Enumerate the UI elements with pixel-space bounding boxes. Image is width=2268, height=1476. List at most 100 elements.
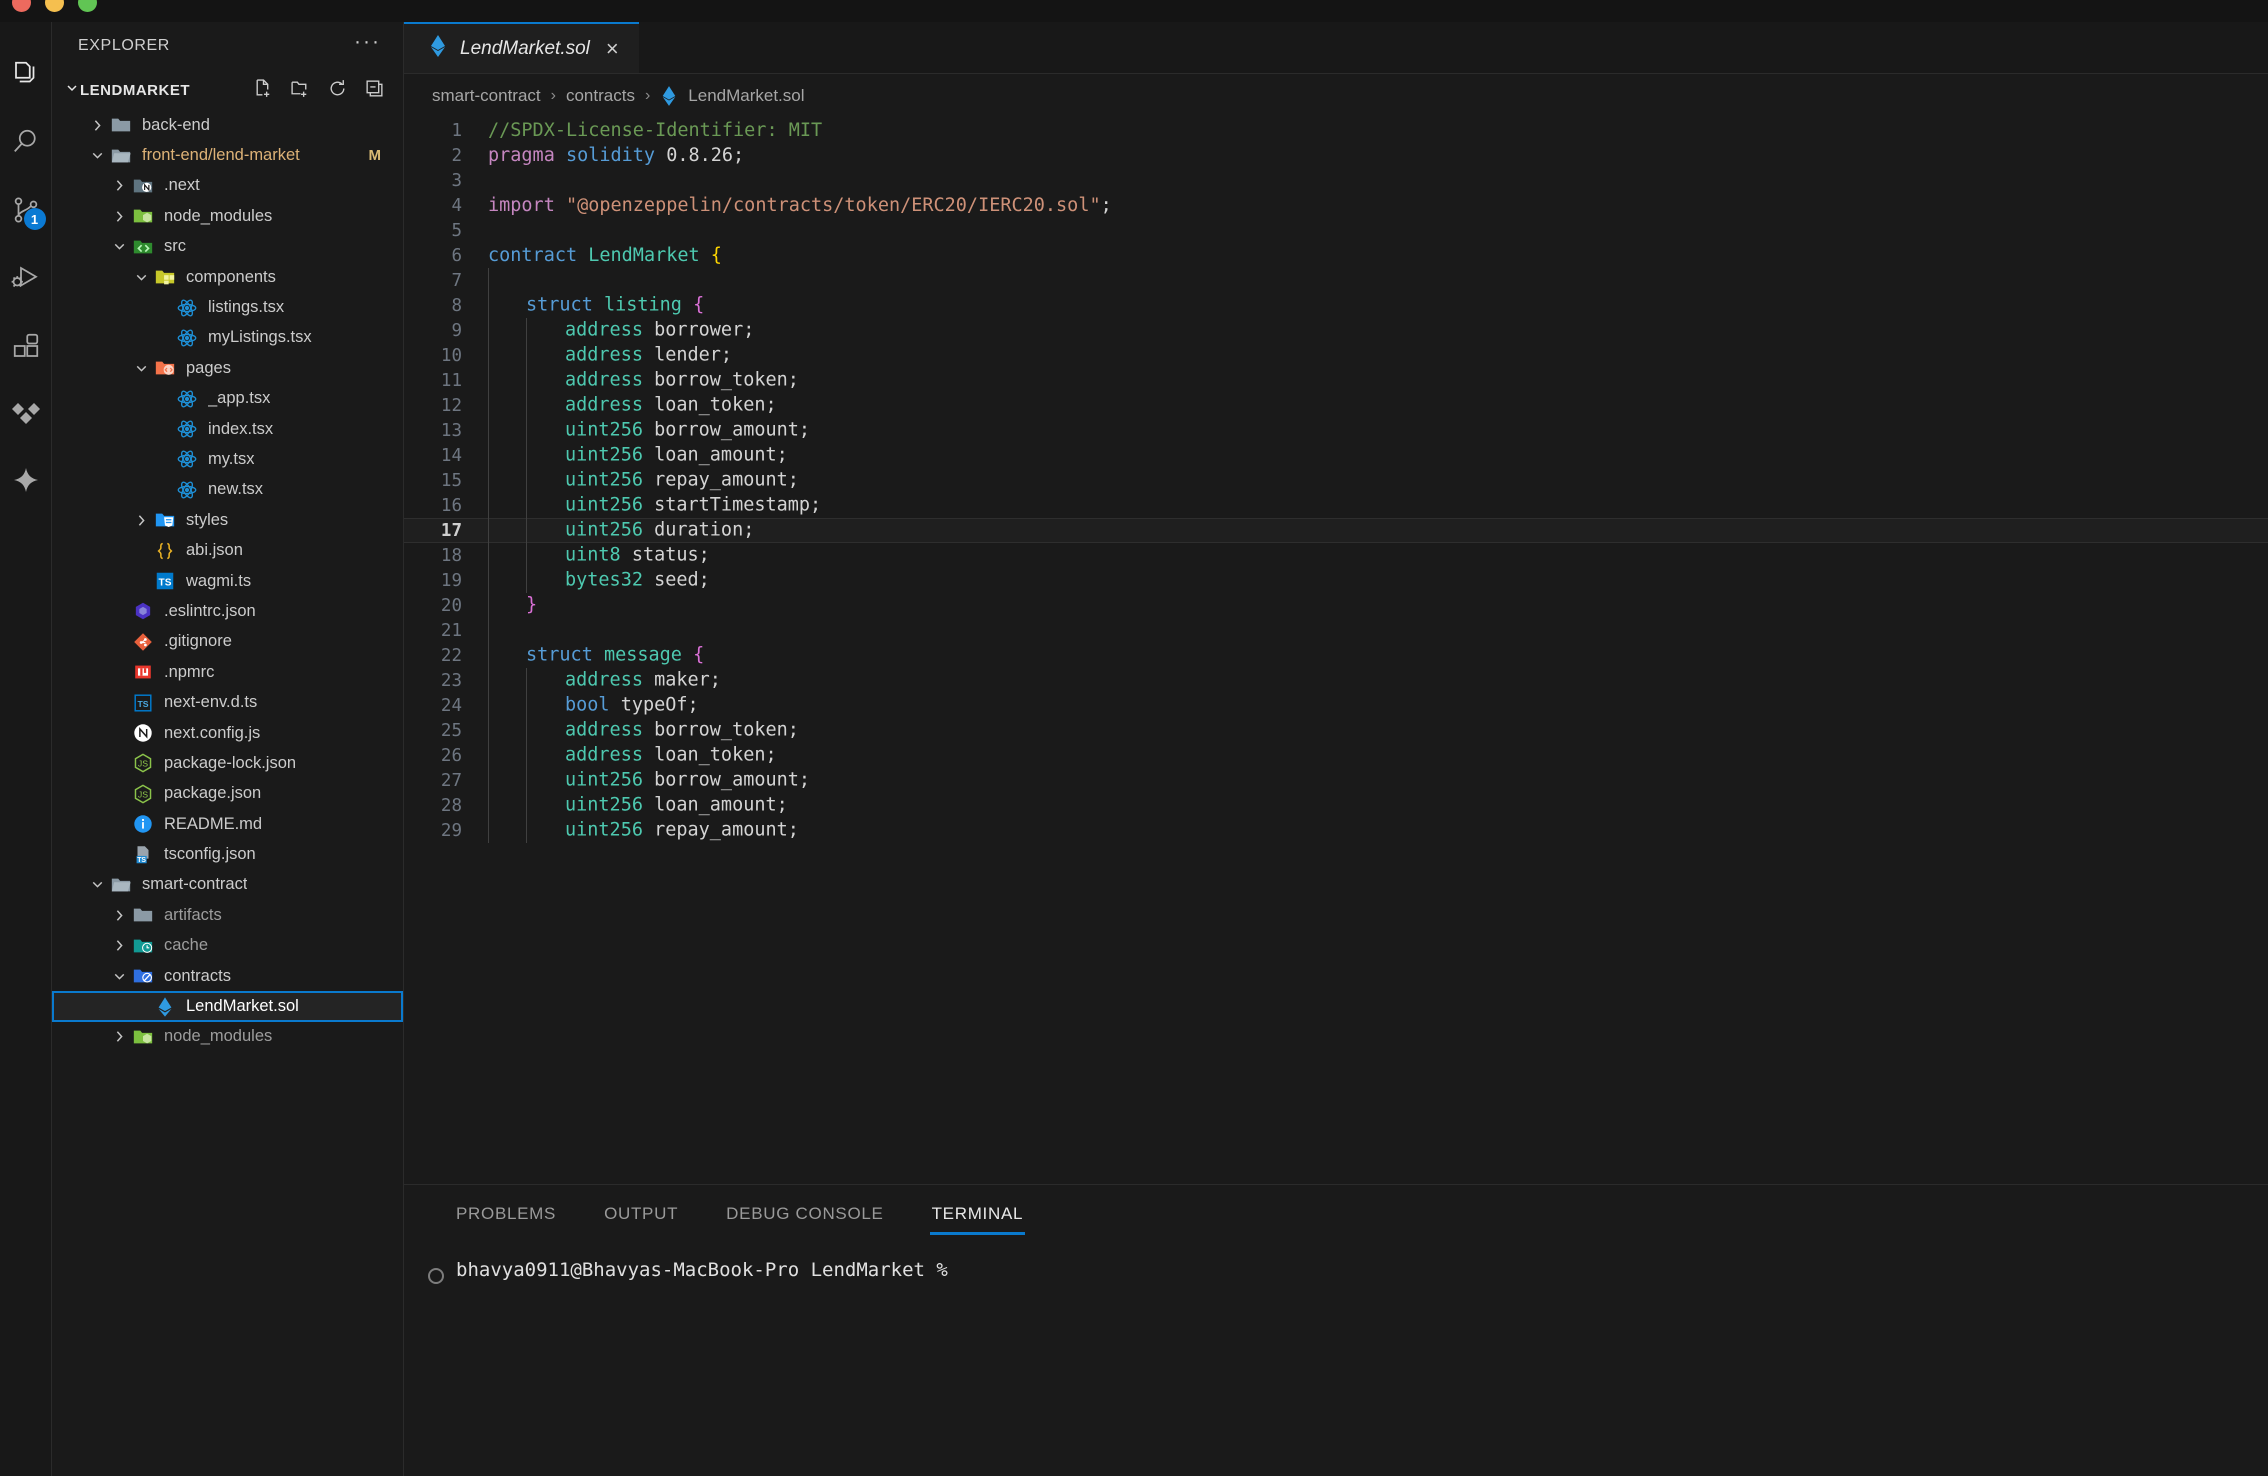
tree-file-lendmarket-sol[interactable]: LendMarket.sol	[52, 991, 403, 1022]
tree-file-mylistings-tsx[interactable]: myListings.tsx	[52, 323, 403, 353]
tree-file-package-lock-json[interactable]: JS package-lock.json	[52, 748, 403, 778]
tree-file-app-tsx[interactable]: _app.tsx	[52, 384, 403, 414]
panel-tab-debug-console[interactable]: DEBUG CONSOLE	[702, 1185, 907, 1243]
panel-tab-problems[interactable]: PROBLEMS	[432, 1185, 580, 1243]
tree-folder-pages[interactable]: pages	[52, 353, 403, 383]
tree-folder-cache[interactable]: cache	[52, 931, 403, 961]
tree-file-package-json[interactable]: JS package.json	[52, 779, 403, 809]
code-line[interactable]: 2 pragma solidity 0.8.26;	[404, 143, 2268, 168]
chevron-down-icon[interactable]	[86, 876, 108, 893]
activity-item-run-and-debug[interactable]	[0, 244, 52, 312]
activity-item-search[interactable]	[0, 108, 52, 176]
chevron-right-icon[interactable]	[86, 117, 108, 134]
code-line[interactable]: 17 uint256 duration;	[404, 518, 2268, 543]
code-line[interactable]: 3	[404, 168, 2268, 193]
tree-folder-contracts[interactable]: contracts	[52, 961, 403, 991]
code-line[interactable]: 5	[404, 218, 2268, 243]
tree-file-new-tsx[interactable]: new.tsx	[52, 475, 403, 505]
tree-file-npmrc[interactable]: .npmrc	[52, 657, 403, 687]
code-line[interactable]: 7	[404, 268, 2268, 293]
code-line[interactable]: 15 uint256 repay_amount;	[404, 468, 2268, 493]
chevron-right-icon[interactable]	[130, 512, 152, 529]
minimize-window-button[interactable]	[45, 0, 64, 12]
file-tree[interactable]: back-end front-end/lend-market M .next node_…	[52, 110, 403, 1476]
tree-folder-next[interactable]: .next	[52, 171, 403, 201]
tree-folder-artifacts[interactable]: artifacts	[52, 900, 403, 930]
panel-tab-terminal[interactable]: TERMINAL	[908, 1185, 1048, 1243]
collapse-all-icon[interactable]	[364, 78, 385, 103]
close-window-button[interactable]	[12, 0, 31, 12]
chevron-right-icon[interactable]	[108, 1028, 130, 1045]
code-line[interactable]: 6 contract LendMarket {	[404, 243, 2268, 268]
tree-folder-node-modules[interactable]: node_modules	[52, 201, 403, 231]
code-line[interactable]: 14 uint256 loan_amount;	[404, 443, 2268, 468]
tree-folder-components[interactable]: components	[52, 262, 403, 292]
tree-folder-src[interactable]: src	[52, 232, 403, 262]
tree-file-listings-tsx[interactable]: listings.tsx	[52, 292, 403, 322]
tree-file-wagmi-ts[interactable]: TS wagmi.ts	[52, 566, 403, 596]
refresh-icon[interactable]	[327, 78, 348, 103]
tree-folder-smart-contract[interactable]: smart-contract	[52, 870, 403, 900]
code-line[interactable]: 16 uint256 startTimestamp;	[404, 493, 2268, 518]
code-line[interactable]: 25 address borrow_token;	[404, 718, 2268, 743]
code-line[interactable]: 28 uint256 loan_amount;	[404, 793, 2268, 818]
breadcrumb-item-lendmarket-sol[interactable]: LendMarket.sol	[688, 86, 804, 106]
tree-file-next-env-d-ts[interactable]: TS next-env.d.ts	[52, 687, 403, 717]
breadcrumb-item-smart-contract[interactable]: smart-contract	[432, 86, 541, 106]
activity-item-testing[interactable]	[0, 380, 52, 448]
breadcrumb-item-contracts[interactable]: contracts	[566, 86, 635, 106]
chevron-right-icon[interactable]	[108, 937, 130, 954]
tree-file-readme-md[interactable]: README.md	[52, 809, 403, 839]
code-line[interactable]: 24 bool typeOf;	[404, 693, 2268, 718]
code-line[interactable]: 23 address maker;	[404, 668, 2268, 693]
code-line[interactable]: 4 import "@openzeppelin/contracts/token/E…	[404, 193, 2268, 218]
tree-file-tsconfig-json[interactable]: TS tsconfig.json	[52, 839, 403, 869]
code-line[interactable]: 11 address borrow_token;	[404, 368, 2268, 393]
tree-file-next-config-js[interactable]: next.config.js	[52, 718, 403, 748]
code-line[interactable]: 29 uint256 repay_amount;	[404, 818, 2268, 843]
zoom-window-button[interactable]	[78, 0, 97, 12]
activity-item-copilot[interactable]	[0, 448, 52, 516]
chevron-right-icon[interactable]	[108, 208, 130, 225]
editor-tab-lendmarket-sol[interactable]: LendMarket.sol ×	[404, 22, 639, 73]
terminal-view[interactable]: bhavya0911@Bhavyas-MacBook-Pro LendMarke…	[404, 1243, 2268, 1284]
tree-file-my-tsx[interactable]: my.tsx	[52, 444, 403, 474]
code-line[interactable]: 18 uint8 status;	[404, 543, 2268, 568]
new-folder-icon[interactable]	[290, 78, 311, 103]
chevron-down-icon[interactable]	[108, 968, 130, 985]
chevron-down-icon[interactable]	[64, 80, 80, 100]
tree-file-index-tsx[interactable]: index.tsx	[52, 414, 403, 444]
tree-file-eslintrc-json[interactable]: .eslintrc.json	[52, 596, 403, 626]
code-line[interactable]: 21	[404, 618, 2268, 643]
chevron-down-icon[interactable]	[130, 269, 152, 286]
code-line[interactable]: 12 address loan_token;	[404, 393, 2268, 418]
tree-folder-node-modules[interactable]: node_modules	[52, 1022, 403, 1052]
explorer-more-actions-icon[interactable]: ···	[354, 31, 381, 55]
code-line[interactable]: 10 address lender;	[404, 343, 2268, 368]
activity-item-extensions[interactable]	[0, 312, 52, 380]
tree-file-abi-json[interactable]: abi.json	[52, 535, 403, 565]
tree-folder-front-end-lend-market[interactable]: front-end/lend-market M	[52, 140, 403, 170]
new-file-icon[interactable]	[253, 78, 274, 103]
code-line[interactable]: 1 //SPDX-License-Identifier: MIT	[404, 118, 2268, 143]
tree-folder-back-end[interactable]: back-end	[52, 110, 403, 140]
code-line[interactable]: 20}	[404, 593, 2268, 618]
chevron-right-icon[interactable]	[108, 177, 130, 194]
chevron-down-icon[interactable]	[108, 238, 130, 255]
code-line[interactable]: 26 address loan_token;	[404, 743, 2268, 768]
code-line[interactable]: 19 bytes32 seed;	[404, 568, 2268, 593]
chevron-down-icon[interactable]	[86, 147, 108, 164]
activity-item-explorer[interactable]	[0, 40, 52, 108]
chevron-down-icon[interactable]	[130, 360, 152, 377]
explorer-root-row[interactable]: LENDMARKET	[52, 70, 403, 110]
window-controls[interactable]	[12, 0, 97, 12]
code-line[interactable]: 13 uint256 borrow_amount;	[404, 418, 2268, 443]
code-line[interactable]: 27 uint256 borrow_amount;	[404, 768, 2268, 793]
code-line[interactable]: 8 struct listing {	[404, 293, 2268, 318]
code-editor[interactable]: 1 //SPDX-License-Identifier: MIT 2 pragma s…	[404, 118, 2268, 1184]
code-line[interactable]: 22 struct message {	[404, 643, 2268, 668]
close-icon[interactable]: ×	[606, 36, 619, 62]
tree-folder-styles[interactable]: styles	[52, 505, 403, 535]
panel-tab-bar[interactable]: PROBLEMS OUTPUT DEBUG CONSOLE TERMINAL	[404, 1185, 2268, 1243]
tree-file-gitignore[interactable]: .gitignore	[52, 627, 403, 657]
